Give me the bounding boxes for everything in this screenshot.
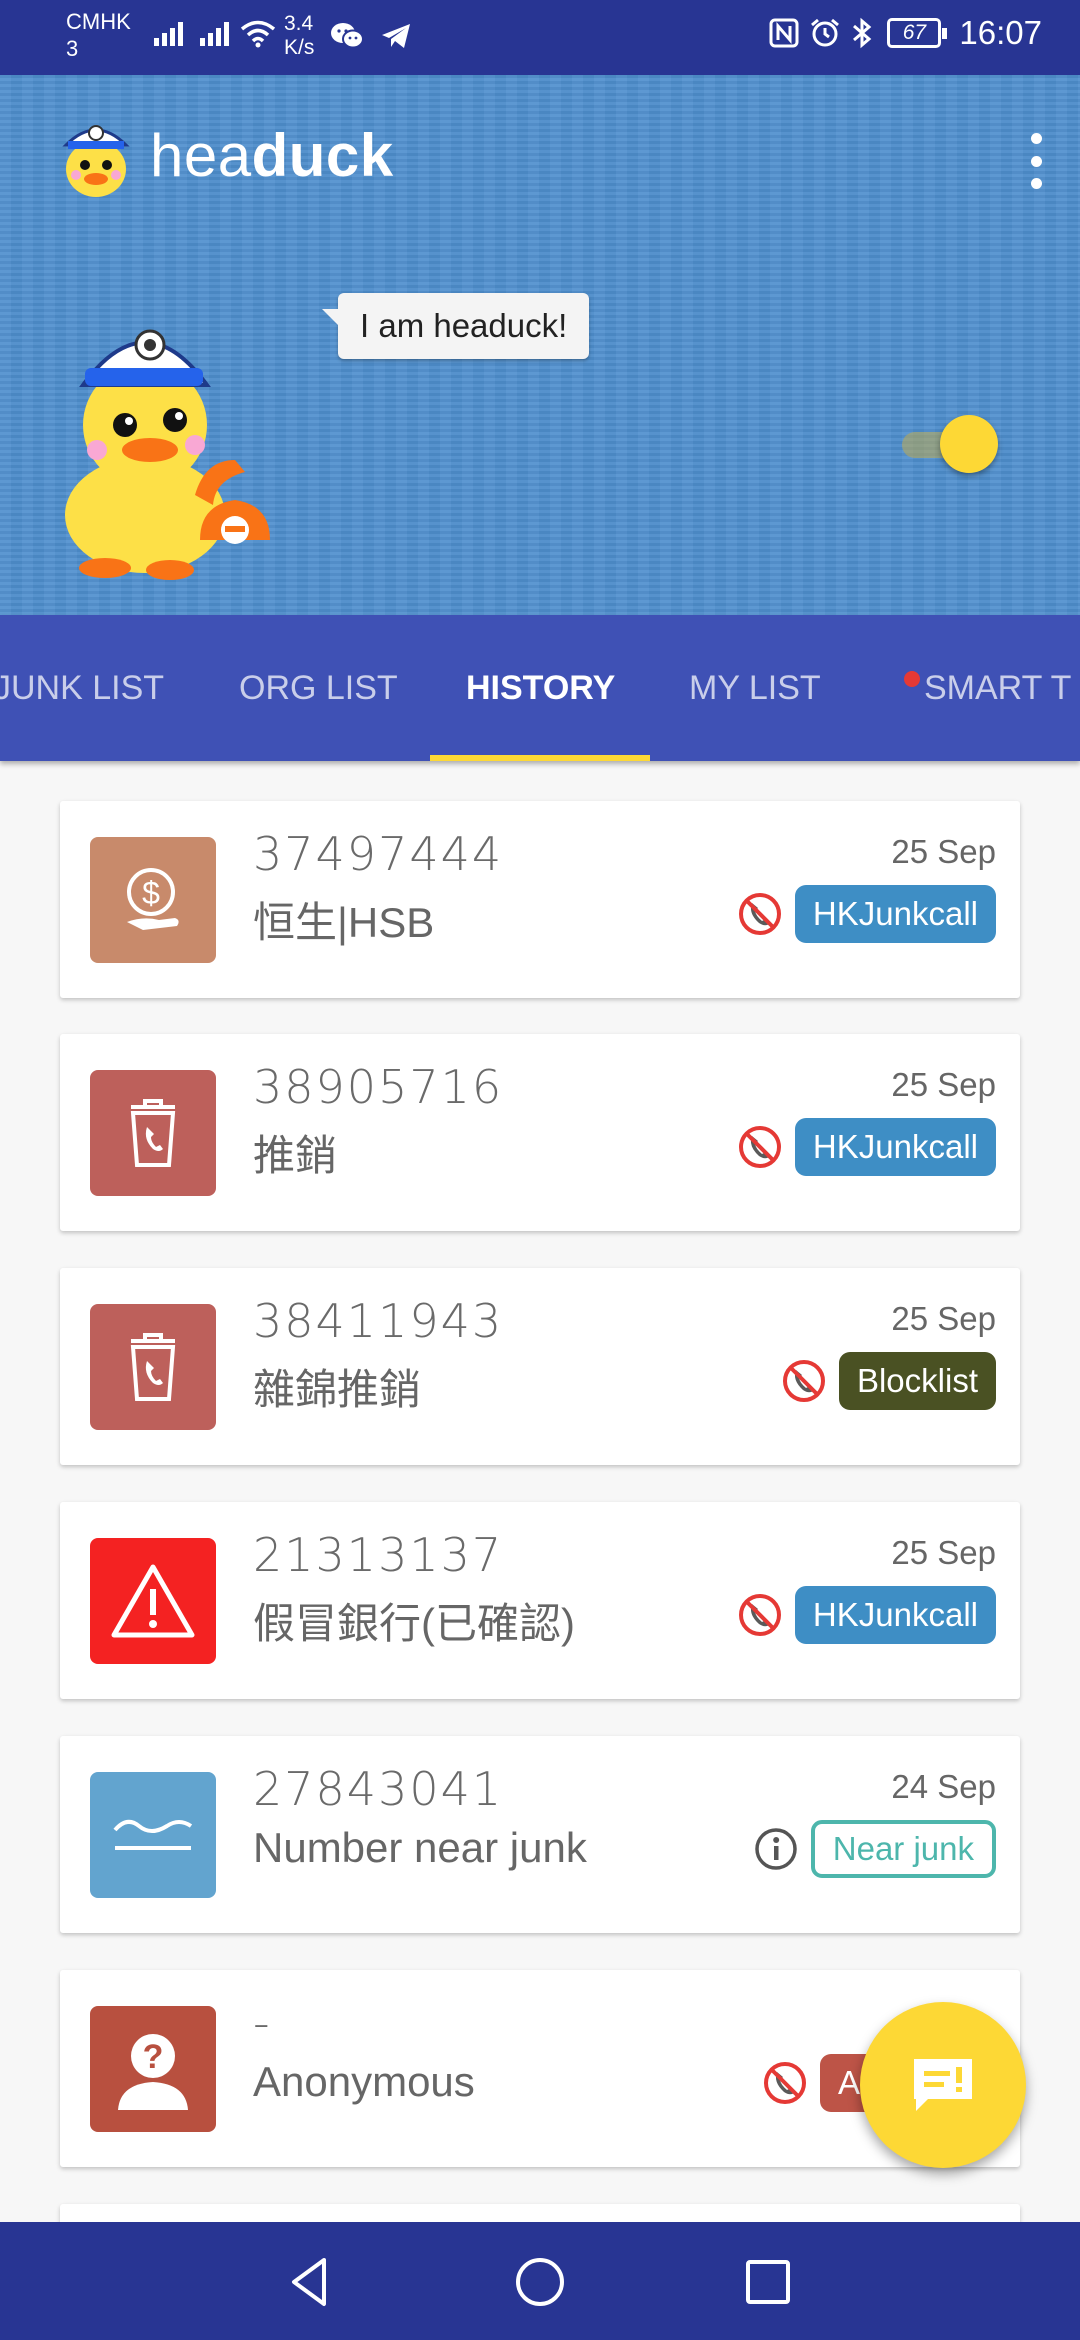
recents-icon[interactable] [738, 2252, 798, 2312]
nfc-icon [769, 18, 799, 48]
history-item[interactable]: 38411943 雜錦推銷 25 Sep Blocklist [60, 1268, 1020, 1465]
caller-label: Anonymous [253, 2058, 475, 2105]
source-tag: HKJunkcall [794, 1118, 996, 1176]
clock: 16:07 [959, 14, 1042, 51]
system-nav-bar [0, 2222, 1080, 2340]
svg-text:?: ? [143, 2038, 164, 2076]
battery-icon: 67 [887, 18, 948, 48]
caller-label: 雜錦推銷 [253, 1366, 422, 1413]
speech-bubble: I am headuck! [321, 293, 590, 359]
back-icon[interactable] [280, 2252, 340, 2312]
source-tag: HKJunkcall [794, 885, 996, 943]
money-icon: $ [90, 837, 216, 963]
tab-bar: JUNK LIST ORG LIST HISTORY MY LIST SMART… [0, 615, 1080, 761]
caller-label: 推銷 [253, 1132, 338, 1179]
caller-label: Number near junk [253, 1824, 587, 1871]
blocked-call-icon [782, 1360, 825, 1402]
history-item[interactable]: 27843041 Number near junk 24 Sep Near ju… [60, 1736, 1020, 1933]
call-date: 25 Sep [891, 1534, 996, 1571]
blocked-call-icon [738, 1594, 781, 1636]
phone-number: 37497444 [253, 827, 504, 881]
bluetooth-icon [853, 17, 872, 49]
wechat-icon [331, 23, 365, 49]
trash-phone-icon [90, 1070, 216, 1196]
source-tag: HKJunkcall [794, 1586, 996, 1644]
phone-number: 27843041 [253, 1762, 504, 1816]
unknown-person-icon: ? [90, 2006, 216, 2132]
info-icon [755, 1828, 797, 1870]
app-header: headuck I am headuck! [0, 75, 1080, 615]
caller-label: 假冒銀行(已確認) [253, 1600, 575, 1647]
phone-number: 21313137 [253, 1528, 504, 1582]
duck-mascot [65, 329, 270, 580]
history-item[interactable] [60, 2204, 1020, 2222]
tab-junk-list[interactable]: JUNK LIST [0, 615, 164, 761]
signal-icon [200, 22, 232, 46]
protection-toggle[interactable] [902, 415, 998, 475]
source-tag: Blocklist [838, 1352, 996, 1410]
blocked-call-icon [764, 2062, 806, 2104]
tab-history[interactable]: HISTORY [466, 615, 615, 761]
call-date: 24 Sep [891, 1768, 996, 1805]
history-item[interactable]: 38905716 推銷 25 Sep HKJunkcall [60, 1034, 1020, 1231]
history-item[interactable]: 21313137 假冒銀行(已確認) 25 Sep HKJunkcall [60, 1502, 1020, 1699]
call-date: 25 Sep [891, 1066, 996, 1103]
alarm-icon [811, 18, 840, 47]
call-date: 25 Sep [891, 833, 996, 870]
tab-my-list[interactable]: MY LIST [689, 615, 821, 761]
warning-icon [90, 1538, 216, 1664]
signal-icon [154, 22, 186, 46]
history-list: $ 37497444 恒生|HSB 25 Sep HKJunkcall 3890… [0, 761, 1080, 2222]
trash-phone-icon [90, 1304, 216, 1430]
wave-icon [90, 1772, 216, 1898]
svg-text:$: $ [142, 875, 160, 911]
source-tag: Near junk [810, 1820, 996, 1878]
status-bar: CMHK 3 3.4 K/s 67 16:07 [0, 0, 1080, 75]
wifi-icon [240, 20, 276, 48]
blocked-call-icon [738, 893, 781, 935]
more-options-icon[interactable] [1028, 133, 1044, 189]
tab-smart[interactable]: SMART T [924, 615, 1071, 761]
telegram-icon [382, 24, 411, 48]
duck-logo-icon [62, 125, 130, 197]
home-icon[interactable] [510, 2252, 570, 2312]
report-fab-button[interactable] [860, 2002, 1026, 2168]
report-message-icon [914, 2059, 972, 2111]
blocked-call-icon [738, 1126, 781, 1168]
network-speed: 3.4 K/s [284, 12, 315, 59]
new-indicator-dot [904, 671, 920, 687]
app-title: headuck [150, 122, 394, 189]
caller-label: 恒生|HSB [253, 899, 435, 946]
phone-number: - [253, 1996, 272, 2050]
tab-org-list[interactable]: ORG LIST [239, 615, 398, 761]
phone-number: 38905716 [253, 1060, 504, 1114]
call-date: 25 Sep [891, 1300, 996, 1337]
history-item[interactable]: $ 37497444 恒生|HSB 25 Sep HKJunkcall [60, 801, 1020, 998]
phone-number: 38411943 [253, 1294, 504, 1348]
carrier-label: CMHK 3 [66, 9, 131, 61]
